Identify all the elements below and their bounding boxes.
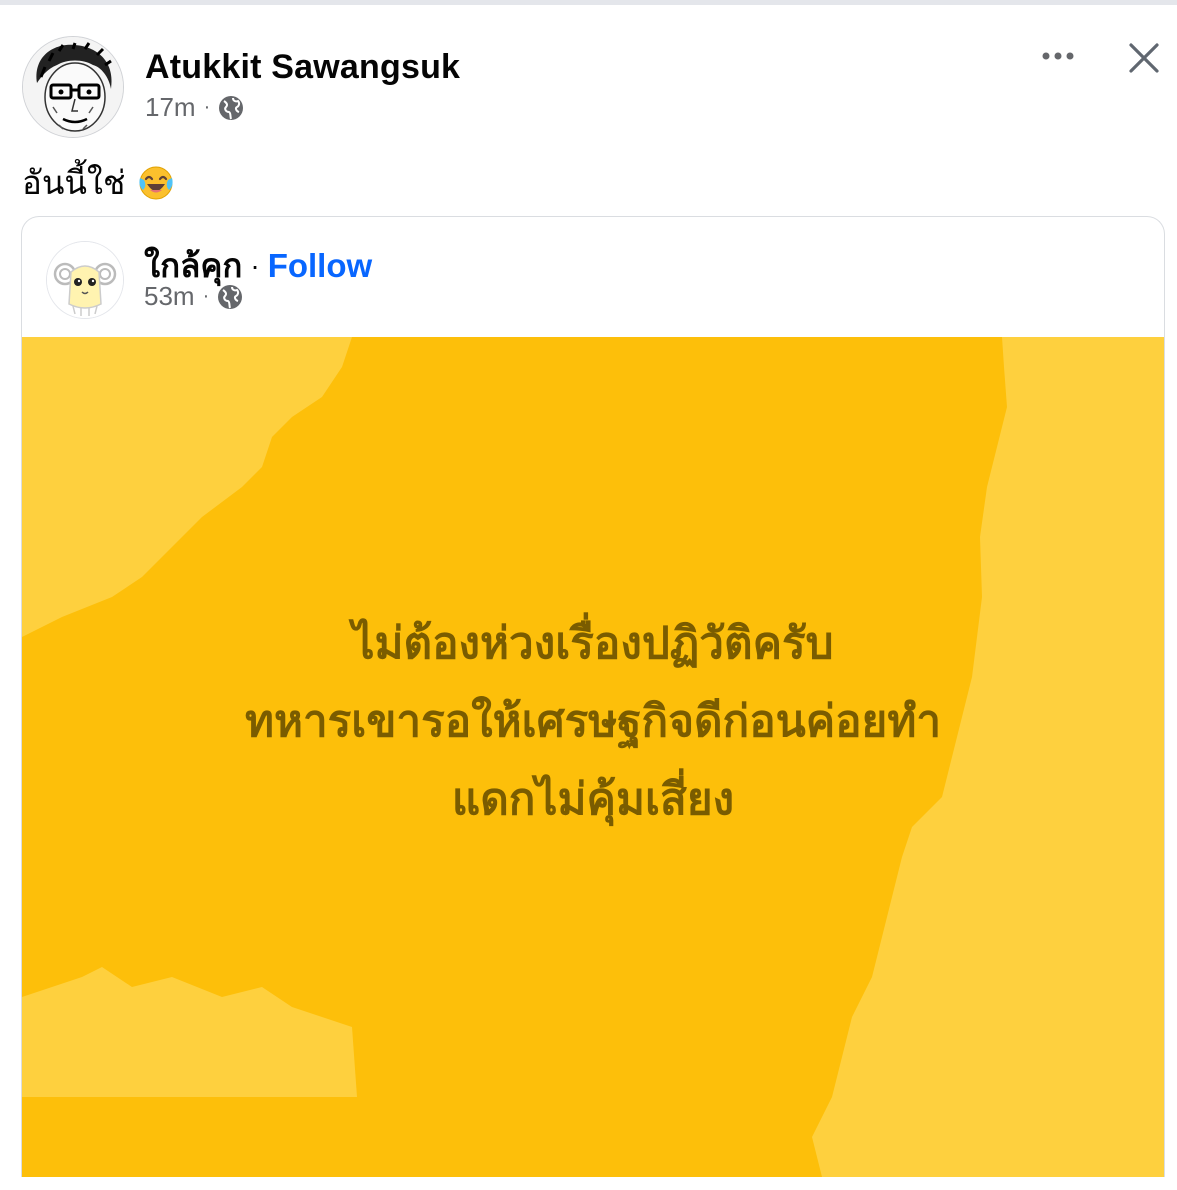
shared-post-meta: 53m ·: [144, 281, 243, 312]
author-name[interactable]: Atukkit Sawangsuk: [145, 48, 460, 87]
shared-post-header: ใกล้คุก · Follow 53m ·: [22, 217, 1164, 337]
follow-button[interactable]: Follow: [268, 247, 372, 285]
close-button[interactable]: [1122, 36, 1166, 80]
close-icon: [1129, 43, 1159, 73]
name-separator: ·: [250, 249, 260, 281]
quote-text: ไม่ต้องห่วงเรื่องปฏิวัติครับ ทหารเขารอให…: [22, 605, 1164, 839]
more-options-button[interactable]: [1038, 36, 1078, 76]
laughing-emoji-icon: [137, 164, 175, 202]
shared-post-card[interactable]: ใกล้คุก · Follow 53m · ไม่ต้องห่วงเรื่อง…: [21, 216, 1165, 1177]
quote-line-2: ทหารเขารอให้เศรษฐกิจดีก่อนค่อยทำ: [244, 696, 942, 747]
globe-icon[interactable]: [217, 284, 243, 310]
author-avatar[interactable]: [22, 36, 124, 138]
quote-line-1: ไม่ต้องห่วงเรื่องปฏิวัติครับ: [352, 618, 834, 669]
post-header: Atukkit Sawangsuk 17m ·: [22, 36, 1162, 138]
top-divider: [0, 0, 1177, 5]
post-text-content: อันนี้ใช่: [22, 164, 126, 201]
quote-line-3: แดกไม่คุ้มเสี่ยง: [451, 774, 735, 825]
shared-post-time[interactable]: 53m: [144, 281, 195, 312]
more-horizontal-icon: [1042, 52, 1074, 60]
globe-icon[interactable]: [218, 95, 244, 121]
shared-post-image[interactable]: ไม่ต้องห่วงเรื่องปฏิวัติครับ ทหารเขารอให…: [22, 337, 1164, 1177]
post-time[interactable]: 17m: [145, 92, 196, 123]
shared-meta-separator: ·: [202, 285, 210, 307]
post-meta: 17m ·: [145, 92, 244, 123]
post-text: อันนี้ใช่: [22, 156, 175, 209]
meta-separator: ·: [203, 96, 211, 118]
page-avatar[interactable]: [46, 241, 124, 319]
